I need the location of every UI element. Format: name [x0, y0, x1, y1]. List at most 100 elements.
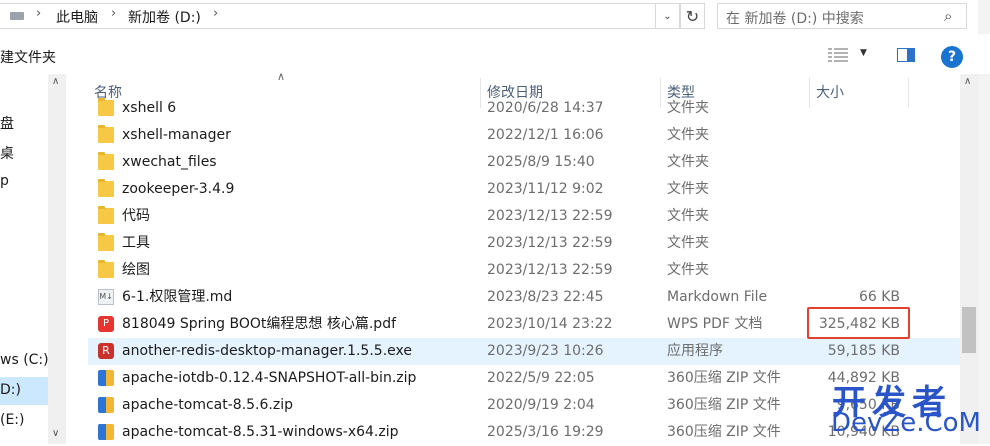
file-row[interactable]: apache-iotdb-0.12.4-SNAPSHOT-all-bin.zip… — [88, 365, 960, 392]
file-date: 2025/3/16 19:29 — [487, 424, 604, 440]
file-name: zookeeper-3.4.9 — [122, 181, 235, 197]
file-date: 2023/10/14 23:22 — [487, 316, 613, 332]
breadcrumb-chevron-icon[interactable]: › — [213, 6, 218, 21]
file-name: xwechat_files — [122, 154, 217, 170]
address-dropdown-button[interactable]: ⌄ — [655, 3, 680, 29]
file-size — [816, 122, 900, 149]
breadcrumb-drive-d[interactable]: 新加卷 (D:) — [128, 7, 201, 27]
file-name: apache-tomcat-8.5.6.zip — [122, 397, 293, 413]
file-row[interactable]: xshell-manager 2022/12/1 16:06 文件夹 — [88, 122, 960, 149]
folder-icon — [98, 260, 114, 278]
file-name: 818049 Spring BOOt编程思想 核心篇.pdf — [122, 316, 397, 332]
file-row[interactable]: xwechat_files 2025/8/9 15:40 文件夹 — [88, 149, 960, 176]
zip-icon — [98, 397, 114, 413]
folder-icon — [98, 125, 114, 143]
file-row[interactable]: 工具 2023/12/13 22:59 文件夹 — [88, 230, 960, 257]
file-date: 2022/12/1 16:06 — [487, 127, 604, 143]
new-folder-button[interactable]: 建文件夹 — [0, 47, 56, 67]
folder-icon — [98, 152, 114, 170]
file-row[interactable]: xshell 6 2020/6/28 14:37 文件夹 — [88, 95, 960, 122]
file-row[interactable]: apache-tomcat-8.5.31-windows-x64.zip 2025… — [88, 419, 960, 446]
file-size — [816, 149, 900, 176]
file-size — [816, 257, 900, 284]
search-input[interactable]: 在 新加卷 (D:) 中搜索 ⌕ — [717, 3, 967, 29]
refresh-button[interactable]: ↻ — [680, 3, 705, 29]
zip-icon — [98, 424, 114, 440]
file-date: 2023/11/12 9:02 — [487, 181, 604, 197]
file-date: 2025/8/9 15:40 — [487, 154, 595, 170]
nav-item-drive-e[interactable]: (E:) — [0, 412, 25, 428]
file-name: apache-tomcat-8.5.31-windows-x64.zip — [122, 424, 399, 440]
file-date: 2020/9/19 2:04 — [487, 397, 595, 413]
file-type: 文件夹 — [667, 208, 709, 224]
file-type: Markdown File — [667, 289, 768, 305]
file-type: 360压缩 ZIP 文件 — [667, 370, 781, 386]
file-date: 2022/5/9 22:05 — [487, 370, 595, 386]
file-size — [816, 203, 900, 230]
file-row[interactable]: zookeeper-3.4.9 2023/11/12 9:02 文件夹 — [88, 176, 960, 203]
file-list-scrollbar[interactable] — [960, 74, 978, 444]
redis-app-icon: R — [98, 343, 114, 359]
file-type: 360压缩 ZIP 文件 — [667, 397, 781, 413]
file-type: WPS PDF 文档 — [667, 316, 763, 332]
preview-pane-icon[interactable] — [897, 48, 915, 62]
search-icon[interactable]: ⌕ — [944, 7, 952, 25]
file-date: 2023/12/13 22:59 — [487, 262, 613, 278]
drive-icon — [10, 12, 24, 20]
file-size — [816, 230, 900, 257]
file-date: 2023/9/23 10:26 — [487, 343, 604, 359]
file-name: another-redis-desktop-manager.1.5.5.exe — [122, 343, 412, 359]
file-date: 2023/12/13 22:59 — [487, 208, 613, 224]
scroll-up-icon[interactable]: ∧ — [964, 76, 971, 87]
file-size — [816, 95, 900, 122]
navigation-scrollbar[interactable] — [48, 74, 66, 444]
nav-item-app[interactable]: p — [0, 173, 9, 189]
file-row[interactable]: Ranother-redis-desktop-manager.1.5.5.exe… — [88, 338, 960, 365]
folder-icon — [98, 179, 114, 197]
breadcrumb-this-pc[interactable]: 此电脑 — [56, 7, 98, 27]
view-options-icon[interactable] — [828, 48, 848, 62]
search-placeholder: 在 新加卷 (D:) 中搜索 — [726, 11, 864, 27]
file-row[interactable]: 代码 2023/12/13 22:59 文件夹 — [88, 203, 960, 230]
file-type: 文件夹 — [667, 127, 709, 143]
view-dropdown-icon[interactable]: ▼ — [860, 48, 867, 58]
file-name: apache-iotdb-0.12.4-SNAPSHOT-all-bin.zip — [122, 370, 417, 386]
nav-item-drive-c[interactable]: ws (C:) — [0, 352, 49, 368]
file-date: 2020/6/28 14:37 — [487, 100, 604, 116]
markdown-icon: M↓ — [98, 289, 114, 305]
file-row[interactable]: apache-tomcat-8.5.6.zip 2020/9/19 2:04 360… — [88, 392, 960, 419]
folder-icon — [98, 233, 114, 251]
help-icon[interactable]: ? — [941, 46, 963, 68]
address-box[interactable] — [0, 3, 680, 29]
file-name: 代码 — [122, 208, 150, 224]
folder-icon — [98, 206, 114, 224]
file-size: 59,185 KB — [827, 343, 900, 359]
highlight-box — [807, 307, 910, 339]
file-size — [816, 176, 900, 203]
file-name: 6-1.权限管理.md — [122, 289, 233, 305]
nav-item-disk[interactable]: 盘 — [0, 113, 14, 133]
file-name: 工具 — [122, 235, 150, 251]
file-type: 文件夹 — [667, 235, 709, 251]
file-date: 2023/8/23 22:45 — [487, 289, 604, 305]
file-name: xshell-manager — [122, 127, 231, 143]
file-type: 文件夹 — [667, 100, 709, 116]
nav-item-drive-d[interactable]: D:) — [0, 382, 21, 398]
nav-item-desktop[interactable]: 桌 — [0, 143, 14, 163]
file-type: 360压缩 ZIP 文件 — [667, 424, 781, 440]
file-type: 文件夹 — [667, 154, 709, 170]
scroll-down-icon[interactable]: ∨ — [52, 428, 59, 439]
file-row[interactable]: 绘图 2023/12/13 22:59 文件夹 — [88, 257, 960, 284]
zip-icon — [98, 370, 114, 386]
file-type: 应用程序 — [667, 343, 723, 359]
scroll-up-icon[interactable]: ∧ — [52, 76, 59, 87]
breadcrumb-chevron-icon[interactable]: › — [111, 6, 116, 21]
file-type: 文件夹 — [667, 262, 709, 278]
file-name: 绘图 — [122, 262, 150, 278]
file-date: 2023/12/13 22:59 — [487, 235, 613, 251]
breadcrumb-chevron-icon[interactable]: › — [36, 6, 41, 21]
file-name: xshell 6 — [122, 100, 177, 116]
watermark-logo-text: DevZe.CoM — [831, 408, 981, 438]
pdf-icon: P — [98, 316, 114, 332]
scrollbar-thumb[interactable] — [962, 307, 976, 353]
